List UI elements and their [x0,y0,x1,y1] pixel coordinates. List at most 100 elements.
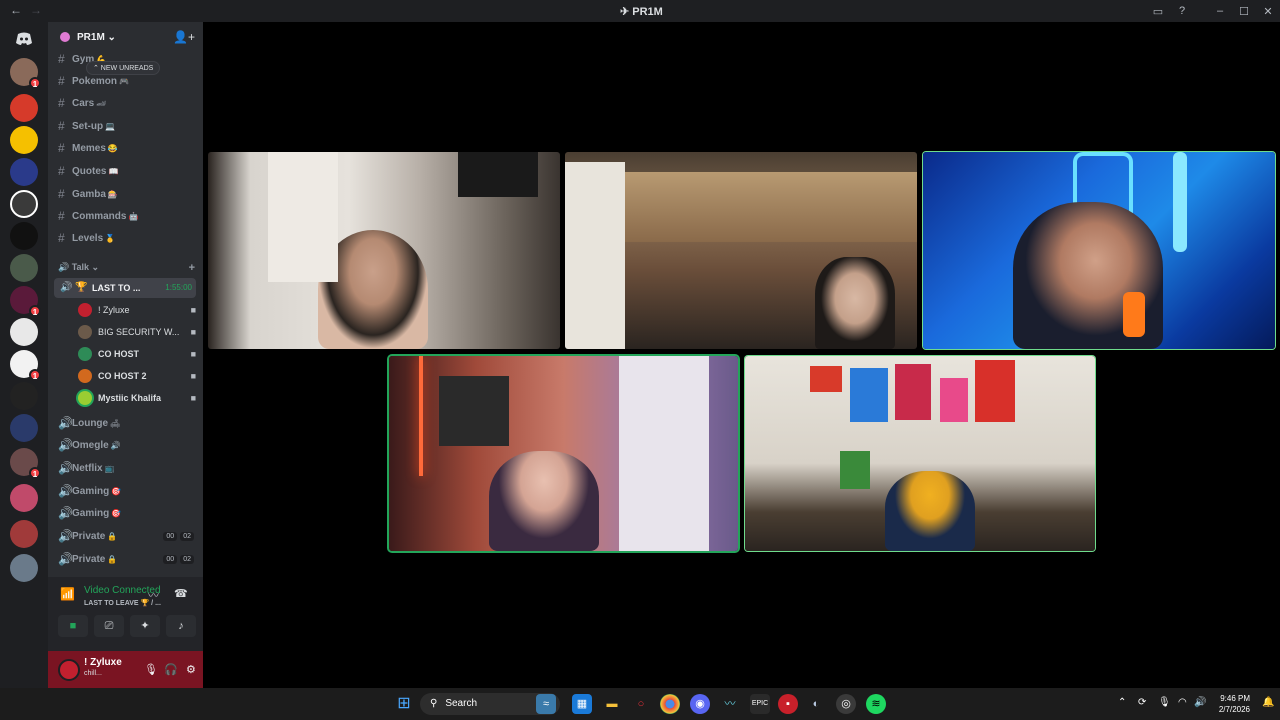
painting [810,366,842,392]
disconnect-icon[interactable]: ☎ [174,587,188,600]
voice-channel-omegle[interactable]: 🔊 Omegle 🔊 [58,436,198,454]
server-icon[interactable]: 1 [10,350,41,381]
chrome-icon[interactable] [660,694,680,714]
clock[interactable]: 9:46 PM 2/7/2026 [1219,693,1250,715]
inbox-icon[interactable]: ▭ [1146,5,1170,18]
invite-icon[interactable]: 👤+ [173,30,195,44]
voice-member[interactable]: CO HOST ■ [78,345,196,363]
server-icon[interactable] [10,554,38,582]
voice-member[interactable]: Mystiic Khalifa ■ [78,389,196,407]
video-tile[interactable] [565,152,917,349]
arrow-right-icon[interactable]: → [30,3,42,17]
hash-icon: # [58,119,65,133]
voice-channel-netflix[interactable]: 🔊 Netflix 📺 [58,459,198,477]
chevron-up-icon[interactable]: ⌃ [1118,697,1126,708]
avatar[interactable] [58,659,80,681]
voice-member[interactable]: CO HOST 2 ■ [78,367,196,385]
channel-pokemon[interactable]: # Pokemon 🎮 [58,72,198,90]
spotify-icon[interactable]: ≋ [866,694,886,714]
wifi-icon[interactable]: ◠ [1178,697,1187,708]
channel-emoji: 🛋 [110,418,121,428]
file-explorer-icon[interactable]: ▬ [602,694,622,714]
minimize-button[interactable]: – [1208,5,1232,17]
server-icon[interactable]: 1 [10,448,41,479]
server-icon[interactable] [10,318,38,346]
server-icon[interactable] [10,190,38,218]
category-talk[interactable]: 🔊 Talk ⌄ + [58,262,198,276]
voice-channel-gaming-2[interactable]: 🔊 Gaming 🎯 [58,504,198,522]
channel-cars[interactable]: # Cars 🏎 [58,94,198,112]
screen-share-button[interactable]: ⎚ [94,615,124,637]
server-icon[interactable] [10,222,38,250]
opera-icon[interactable]: ○ [631,694,651,714]
windows-start-icon[interactable]: ⊞ [394,694,414,714]
channel-label: Gamba [72,188,106,200]
active-voice-channel[interactable]: 🔊 🏆 LAST TO ... 1:55:00 [54,278,196,298]
server-icon[interactable]: 1 [10,58,41,89]
sync-icon[interactable]: ⟳ [1138,697,1146,708]
server-icon[interactable] [10,382,38,410]
voice-channel-lounge[interactable]: 🔊 Lounge 🛋 [58,414,198,432]
maximize-button[interactable]: ☐ [1232,5,1256,18]
signal-icon[interactable]: 📶 [60,587,75,601]
epic-games-icon[interactable]: EPIC [750,694,770,714]
server-icon[interactable] [10,158,38,186]
channel-label: Memes [72,142,106,154]
username[interactable]: ! Zyluxe [84,657,122,668]
channel-quotes[interactable]: # Quotes 📖 [58,162,198,180]
discord-home-icon[interactable] [10,27,38,51]
server-icon[interactable] [10,484,38,512]
microphone-icon[interactable]: 🎙 [1158,697,1171,708]
video-tile[interactable] [745,356,1095,551]
discord-taskbar-icon[interactable]: ◉ [690,694,710,714]
photos-app-icon[interactable]: ▦ [572,694,592,714]
steam-icon[interactable]: ◐ [806,694,826,714]
close-button[interactable]: ✕ [1256,5,1280,18]
video-tile[interactable] [389,356,738,551]
video-tile[interactable] [208,152,560,349]
voice-channel-gaming[interactable]: 🔊 Gaming 🎯 [58,482,198,500]
monitor [458,152,538,197]
server-name[interactable]: PR1M ⌄ [77,32,116,43]
channel-label: Set-up [72,120,104,132]
channel-label: Pokemon [72,75,118,87]
voice-channel-private[interactable]: 🔊 Private 🔒 00 02 [58,527,198,545]
notification-icon[interactable]: 🔔 [1262,697,1274,708]
camera-button[interactable]: ■ [58,615,88,637]
voice-member[interactable]: ! Zyluxe ■ [78,301,196,319]
gear-icon[interactable]: ⚙ [186,663,196,676]
channel-memes[interactable]: # Memes 😂 [58,139,198,157]
game-app-icon[interactable]: ▪ [778,694,798,714]
channel-gamba[interactable]: # Gamba 🎰 [58,185,198,203]
server-icon[interactable]: 1 [10,286,41,317]
channel-levels[interactable]: # Levels 🥇 [58,229,198,247]
arrow-left-icon[interactable]: ← [10,3,22,17]
voice-member[interactable]: BIG SECURITY W... ■ [78,323,196,341]
activities-button[interactable]: ✦ [130,615,160,637]
video-tile[interactable] [923,152,1275,349]
server-icon[interactable] [10,414,38,442]
speaker-icon: 🔊 🏆 [60,282,88,293]
microphone-icon[interactable]: 🎙 [144,663,158,676]
speaker-icon: 🔊 [58,461,73,475]
obs-icon[interactable]: ◎ [836,694,856,714]
discord-app: ← → ✈ PR1M ▭ ? – ☐ ✕ 1 1 1 1 PR1M ⌄ 👤+ #… [0,0,1280,720]
video-stage [203,22,1280,688]
widgets-icon[interactable]: ≈ [536,694,556,714]
channel-setup[interactable]: # Set-up 💻 [58,117,198,135]
soundboard-button[interactable]: ♪ [166,615,196,637]
noise-suppression-icon[interactable]: 〰 [148,587,159,603]
server-icon[interactable] [10,254,38,282]
voice-channel-private-2[interactable]: 🔊 Private 🔒 00 02 [58,550,198,568]
member-name: CO HOST 2 [98,371,147,381]
channel-commands[interactable]: # Commands 🤖 [58,207,198,225]
server-icon[interactable] [10,94,38,122]
help-icon[interactable]: ? [1170,5,1194,17]
headphones-icon[interactable]: 🎧 [164,663,178,676]
server-icon[interactable] [10,520,38,548]
server-icon[interactable] [10,126,38,154]
app-icon[interactable]: 〰 [720,694,740,714]
volume-icon[interactable]: 🔊 [1194,697,1206,708]
channel-emoji: 🔒 [107,531,118,541]
add-channel-icon[interactable]: + [189,262,195,274]
